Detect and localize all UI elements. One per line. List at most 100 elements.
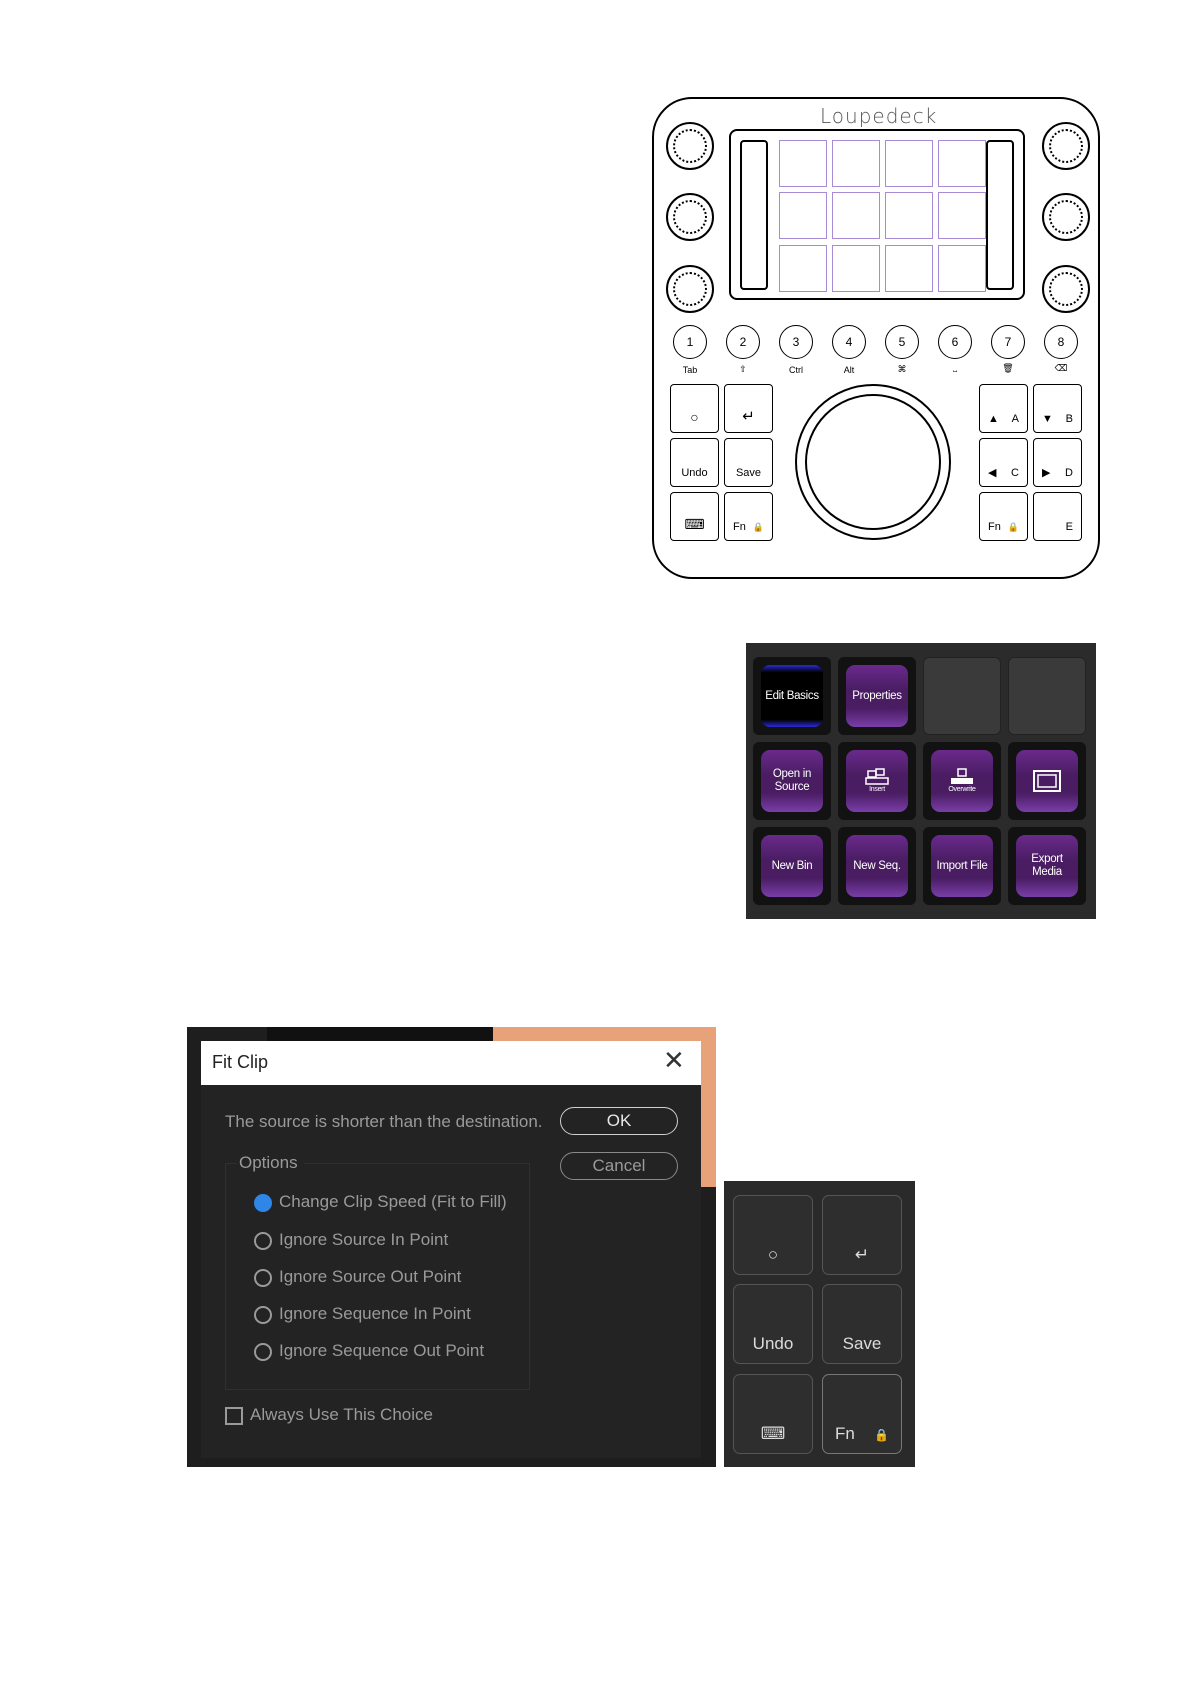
option-label: Ignore Source Out Point — [279, 1267, 462, 1286]
screen-pad — [779, 192, 827, 239]
touch-cell: New Seq. — [838, 827, 916, 905]
close-icon[interactable]: ✕ — [663, 1046, 685, 1076]
radio-ignore-sequence-in[interactable] — [254, 1306, 272, 1324]
import-file-button: Import File — [931, 835, 993, 897]
knob-left-3 — [666, 265, 714, 313]
screen-pad — [938, 245, 986, 292]
touch-cell: Import File — [923, 827, 1001, 905]
insert-icon — [865, 768, 889, 785]
fullscreen-button — [1016, 750, 1078, 812]
triangle-right-icon: ▶ — [1042, 467, 1051, 479]
option-label: Ignore Sequence Out Point — [279, 1341, 485, 1360]
screen-pad — [832, 140, 880, 187]
lock-icon: 🔒 — [752, 522, 764, 532]
lock-icon: 🔒 — [1007, 522, 1019, 532]
enter-icon: ↵ — [742, 408, 755, 425]
ok-button[interactable]: OK — [560, 1107, 678, 1135]
number-button-3-sublabel: Ctrl — [789, 365, 803, 375]
radio-change-clip-speed[interactable] — [254, 1194, 272, 1212]
keyboard-icon: ⌨ — [684, 516, 705, 532]
screen-pad — [832, 192, 880, 239]
insert-label: Insert — [869, 786, 885, 794]
jog-wheel-inner — [805, 394, 941, 530]
number-button-7: 7 — [991, 325, 1025, 359]
e-button: E — [1033, 492, 1082, 541]
dialog-title: Fit Clip — [212, 1052, 269, 1072]
circle-button: ○ — [733, 1195, 813, 1275]
number-button-1-sublabel: Tab — [682, 365, 698, 375]
fn-button-right: Fn 🔒 — [979, 492, 1028, 541]
triangle-left-icon: ◀ — [988, 467, 997, 479]
overwrite-label: Overwrite — [948, 786, 976, 794]
number-button-4-sublabel: Alt — [843, 365, 855, 375]
enter-icon: ↵ — [854, 1245, 870, 1264]
number-button-1: 1 — [673, 325, 707, 359]
knob-left-2 — [666, 193, 714, 241]
fn-button: Fn 🔒 — [724, 492, 773, 541]
e-label: E — [1065, 521, 1073, 533]
touch-cell: Properties — [838, 657, 916, 735]
touch-cell: Edit Basics — [753, 657, 831, 735]
undo-button: Undo — [670, 438, 719, 487]
radio-ignore-source-in[interactable] — [254, 1232, 272, 1250]
number-button-5: 5 — [885, 325, 919, 359]
fn-label: Fn — [835, 1424, 855, 1443]
always-use-checkbox[interactable] — [225, 1407, 243, 1425]
circle-icon: ○ — [767, 1245, 779, 1264]
save-button: Save — [822, 1284, 902, 1364]
backspace-icon: ⌫ — [1054, 363, 1068, 373]
left-slider-strip — [740, 140, 768, 290]
touch-cell: New Bin — [753, 827, 831, 905]
screen-pad — [885, 192, 933, 239]
number-button-6: 6 — [938, 325, 972, 359]
overwrite-icon — [951, 768, 973, 785]
save-label: Save — [735, 467, 762, 479]
undo-button: Undo — [733, 1284, 813, 1364]
fn-button: Fn 🔒 — [822, 1374, 902, 1454]
cancel-button[interactable]: Cancel — [560, 1152, 678, 1180]
space-icon: ⎵ — [953, 362, 957, 372]
keyboard-button: ⌨ — [670, 492, 719, 541]
undo-label: Undo — [752, 1334, 794, 1353]
touch-cell: Insert — [838, 742, 916, 820]
d-label: D — [1065, 467, 1073, 479]
screen-pad — [832, 245, 880, 292]
empty-touch-cell — [923, 657, 1001, 735]
b-button: ▼ B — [1033, 384, 1082, 433]
always-use-label: Always Use This Choice — [250, 1405, 433, 1424]
lock-icon: 🔒 — [874, 1428, 889, 1442]
touch-cell: Open in Source — [753, 742, 831, 820]
circle-button: ○ — [670, 384, 719, 433]
new-bin-button: New Bin — [761, 835, 823, 897]
number-button-3: 3 — [779, 325, 813, 359]
new-sequence-button: New Seq. — [846, 835, 908, 897]
a-label: A — [1011, 413, 1019, 425]
c-button: ◀ C — [979, 438, 1028, 487]
fn-label: Fn — [988, 521, 1001, 533]
knob-right-1 — [1042, 122, 1090, 170]
circle-icon: ○ — [690, 409, 699, 425]
option-label: Ignore Source In Point — [279, 1230, 449, 1249]
screen-pad — [938, 140, 986, 187]
open-in-source-button: Open in Source — [761, 750, 823, 812]
radio-ignore-source-out[interactable] — [254, 1269, 272, 1287]
fn-label: Fn — [733, 521, 746, 533]
radio-ignore-sequence-out[interactable] — [254, 1343, 272, 1361]
option-label: Change Clip Speed (Fit to Fill) — [279, 1192, 507, 1211]
touch-button-grid: Edit Basics Properties Open in Source In… — [746, 643, 1096, 919]
knob-right-2 — [1042, 193, 1090, 241]
number-button-4: 4 — [832, 325, 866, 359]
physical-buttons-photo: ○ ↵ Undo Save ⌨ Fn 🔒 — [724, 1181, 915, 1467]
properties-button: Properties — [846, 665, 908, 727]
command-icon: ⌘ — [897, 364, 907, 374]
overwrite-button: Overwrite — [931, 750, 993, 812]
screen-pad — [779, 245, 827, 292]
knob-left-1 — [666, 122, 714, 170]
edit-basics-button: Edit Basics — [761, 665, 823, 727]
export-media-button: Export Media — [1016, 835, 1078, 897]
dialog-message: The source is shorter than the destinati… — [225, 1112, 543, 1131]
undo-label: Undo — [681, 467, 708, 479]
enter-button: ↵ — [822, 1195, 902, 1275]
a-button: ▲ A — [979, 384, 1028, 433]
triangle-up-icon: ▲ — [988, 413, 999, 425]
